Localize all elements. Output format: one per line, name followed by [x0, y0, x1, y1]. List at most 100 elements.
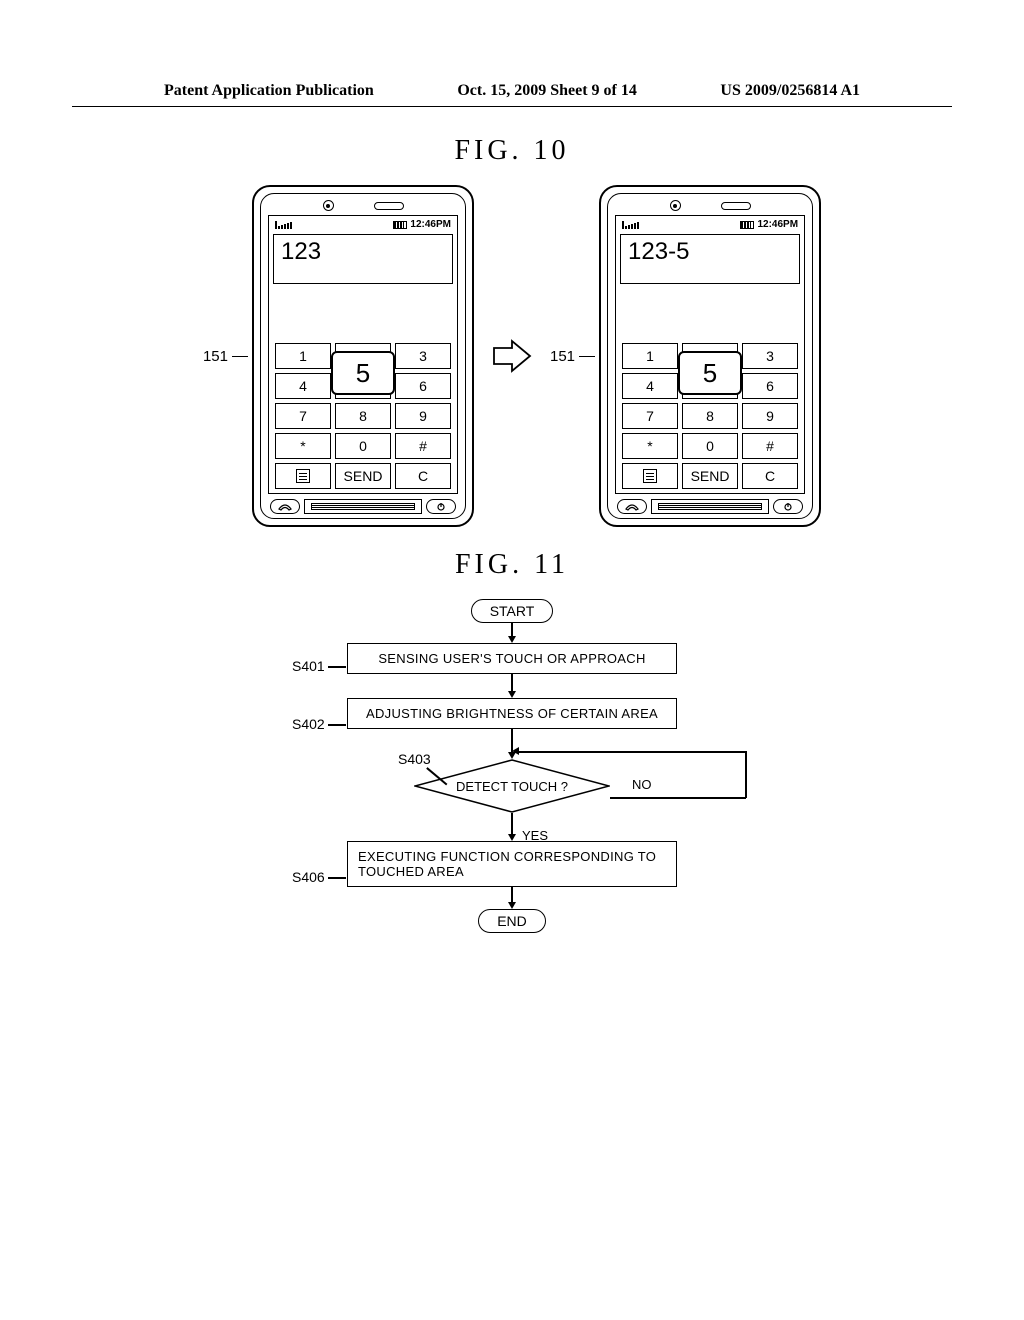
decision-s403: DETECT TOUCH ?: [414, 759, 610, 813]
screen: 12:46PM 123-5 1 2 3 4 5 6 7 8 9 *: [615, 215, 805, 494]
key-clear[interactable]: C: [395, 463, 451, 489]
flow-line: [511, 623, 513, 637]
flow-line: [511, 813, 513, 835]
ref-s402: S402: [292, 716, 325, 732]
figure-10: 151 12:46PM: [0, 185, 1024, 527]
key-8[interactable]: 8: [682, 403, 738, 429]
header-center: Oct. 15, 2009 Sheet 9 of 14: [457, 82, 637, 100]
speaker-icon: [721, 202, 751, 210]
label-yes: YES: [522, 828, 548, 843]
decision-text: DETECT TOUCH ?: [456, 779, 568, 794]
terminal-start: START: [471, 599, 554, 623]
label-no: NO: [632, 777, 652, 792]
leader-line: [328, 666, 346, 668]
key-menu[interactable]: [275, 463, 331, 489]
phone-top-hardware: [614, 198, 806, 215]
key-send[interactable]: SEND: [335, 463, 391, 489]
screen: 12:46PM 123 1 2 3 4 5 6 7 8 9 *: [268, 215, 458, 494]
figure-10-title: FIG. 10: [0, 135, 1024, 167]
status-bar: 12:46PM: [620, 218, 800, 231]
ref-s406: S406: [292, 869, 325, 885]
number-display: 123: [273, 234, 453, 284]
battery-icon: [393, 221, 407, 229]
leader-line: [579, 356, 595, 357]
key-7[interactable]: 7: [622, 403, 678, 429]
flow-line: [511, 887, 513, 903]
key-7[interactable]: 7: [275, 403, 331, 429]
terminal-end: END: [478, 909, 546, 933]
key-3[interactable]: 3: [395, 343, 451, 369]
power-icon: [433, 503, 449, 511]
arrowhead-down-icon: [508, 691, 516, 698]
key-3[interactable]: 3: [742, 343, 798, 369]
signal-icon: [622, 221, 639, 229]
end-button[interactable]: [773, 499, 803, 514]
battery-icon: [740, 221, 754, 229]
status-right: 12:46PM: [740, 219, 798, 230]
key-5-enlarged[interactable]: 5: [678, 351, 742, 395]
arrowhead-down-icon: [508, 902, 516, 909]
phone-inner: 12:46PM 123-5 1 2 3 4 5 6 7 8 9 *: [607, 193, 813, 519]
speaker-icon: [374, 202, 404, 210]
end-button[interactable]: [426, 499, 456, 514]
phone-bottom-buttons: [615, 494, 805, 514]
phone-device-left: 12:46PM 123 1 2 3 4 5 6 7 8 9 *: [252, 185, 474, 527]
key-9[interactable]: 9: [395, 403, 451, 429]
process-s406: EXECUTING FUNCTION CORRESPONDING TO TOUC…: [347, 841, 677, 887]
phone-pickup-icon: [625, 503, 639, 511]
signal-icon: [275, 221, 292, 229]
number-display: 123-5: [620, 234, 800, 284]
key-8[interactable]: 8: [335, 403, 391, 429]
phone-left-group: 151 12:46PM: [203, 185, 474, 527]
key-star[interactable]: *: [275, 433, 331, 459]
ref-151-right: 151: [550, 348, 575, 365]
key-5-enlarged[interactable]: 5: [331, 351, 395, 395]
power-icon: [780, 503, 796, 511]
header-left: Patent Application Publication: [164, 82, 374, 100]
page-header: Patent Application Publication Oct. 15, …: [72, 0, 952, 107]
arrowhead-left-icon: [512, 747, 519, 755]
camera-icon: [323, 200, 334, 211]
call-button[interactable]: [270, 499, 300, 514]
key-6[interactable]: 6: [395, 373, 451, 399]
arrowhead-down-icon: [508, 834, 516, 841]
key-4[interactable]: 4: [622, 373, 678, 399]
figure-11-flowchart: S401 S402 S403 S406 YES NO START SENSING…: [212, 599, 812, 933]
status-bar: 12:46PM: [273, 218, 453, 231]
key-send[interactable]: SEND: [682, 463, 738, 489]
key-0[interactable]: 0: [335, 433, 391, 459]
arrowhead-down-icon: [508, 636, 516, 643]
call-button[interactable]: [617, 499, 647, 514]
clock-text: 12:46PM: [757, 219, 798, 230]
phone-pickup-icon: [278, 503, 292, 511]
key-0[interactable]: 0: [682, 433, 738, 459]
key-hash[interactable]: #: [395, 433, 451, 459]
arrow-right-icon: [492, 338, 532, 374]
nav-pad[interactable]: [651, 499, 769, 514]
camera-icon: [670, 200, 681, 211]
ref-151-left: 151: [203, 348, 228, 365]
menu-icon: [296, 469, 310, 483]
nav-pad[interactable]: [304, 499, 422, 514]
key-1[interactable]: 1: [275, 343, 331, 369]
clock-text: 12:46PM: [410, 219, 451, 230]
leader-line: [232, 356, 248, 357]
keypad-right: 1 2 3 4 5 6 7 8 9 * 0 # SEND C: [620, 343, 800, 491]
key-9[interactable]: 9: [742, 403, 798, 429]
key-1[interactable]: 1: [622, 343, 678, 369]
process-s402: ADJUSTING BRIGHTNESS OF CERTAIN AREA: [347, 698, 677, 729]
key-6[interactable]: 6: [742, 373, 798, 399]
key-hash[interactable]: #: [742, 433, 798, 459]
key-clear[interactable]: C: [742, 463, 798, 489]
flow-line: [610, 797, 746, 799]
figure-11-title: FIG. 11: [0, 549, 1024, 581]
key-star[interactable]: *: [622, 433, 678, 459]
key-4[interactable]: 4: [275, 373, 331, 399]
key-menu[interactable]: [622, 463, 678, 489]
leader-line: [328, 877, 346, 879]
phone-bottom-buttons: [268, 494, 458, 514]
status-right: 12:46PM: [393, 219, 451, 230]
phone-inner: 12:46PM 123 1 2 3 4 5 6 7 8 9 *: [260, 193, 466, 519]
keypad-left: 1 2 3 4 5 6 7 8 9 * 0 # SEND C: [273, 343, 453, 491]
flow-line: [745, 751, 747, 798]
